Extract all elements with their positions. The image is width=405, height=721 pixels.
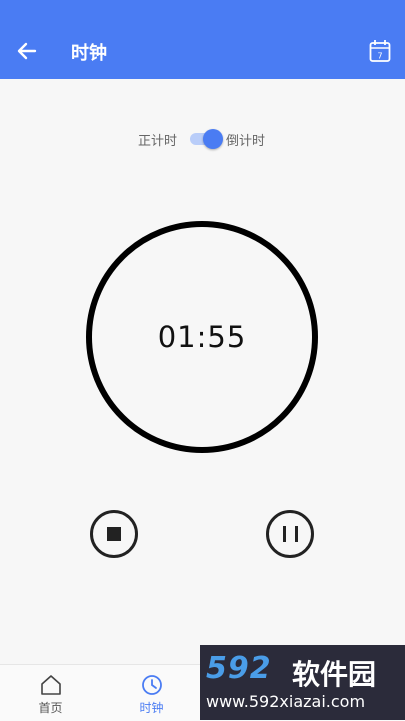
svg-text:7: 7	[377, 52, 382, 61]
stop-button[interactable]	[90, 510, 138, 558]
stop-icon	[107, 527, 121, 541]
back-arrow-icon	[17, 42, 37, 60]
countdown-label: 倒计时	[226, 134, 266, 149]
page-title: 时钟	[71, 43, 107, 64]
clock-icon	[142, 675, 162, 695]
mode-toggle[interactable]	[190, 129, 223, 149]
watermark-url: www.592xiazai.com	[206, 692, 366, 711]
timer-mode-switch-row: 正计时 倒计时	[0, 128, 405, 150]
pause-icon	[283, 526, 286, 542]
watermark: 592 软件园 www.592xiazai.com	[200, 645, 405, 720]
app-bar: 时钟 7	[0, 0, 405, 79]
nav-item-clock[interactable]: 时钟	[111, 665, 192, 721]
timer-display: 01:55	[157, 320, 247, 354]
pause-icon-bar	[295, 526, 298, 542]
calendar-icon: 7	[369, 40, 391, 62]
timer-ring: 01:55	[86, 221, 318, 453]
watermark-logo-number: 592	[206, 651, 272, 686]
count-up-label: 正计时	[138, 134, 178, 149]
nav-label-home: 首页	[38, 701, 63, 715]
nav-item-home[interactable]: 首页	[10, 665, 91, 721]
nav-label-clock: 时钟	[139, 701, 164, 715]
home-icon	[41, 675, 61, 695]
back-button[interactable]	[14, 38, 40, 64]
pause-button[interactable]	[266, 510, 314, 558]
watermark-logo-text: 软件园	[292, 658, 377, 691]
toggle-thumb	[203, 129, 223, 149]
calendar-button[interactable]: 7	[369, 39, 391, 63]
